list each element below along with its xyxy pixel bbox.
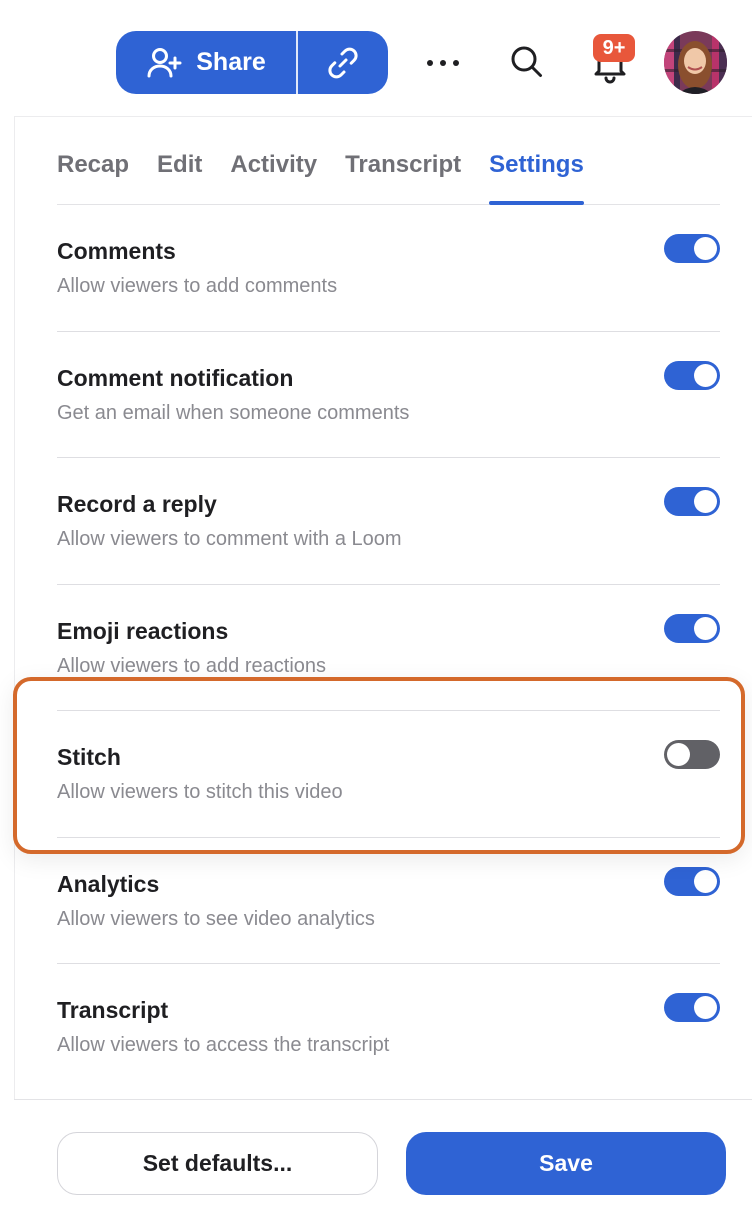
- search-icon: [511, 46, 542, 77]
- avatar[interactable]: [664, 31, 727, 94]
- toggle-knob: [667, 743, 690, 766]
- setting-description: Get an email when someone comments: [57, 401, 410, 424]
- tab-edit[interactable]: Edit: [157, 116, 202, 205]
- setting-description: Allow viewers to access the transcript: [57, 1034, 390, 1056]
- user-plus-icon: [147, 47, 182, 77]
- setting-description: Allow viewers to stitch this video: [57, 781, 343, 803]
- setting-row-analytics: Analytics Allow viewers to see video ana…: [57, 838, 720, 964]
- more-dot: [440, 60, 446, 66]
- link-icon: [328, 47, 358, 78]
- setting-row-emoji-reactions: Emoji reactions Allow viewers to add rea…: [57, 585, 720, 711]
- tab-settings[interactable]: Settings: [489, 116, 584, 205]
- tab-bar: Recap Edit Activity Transcript Settings: [57, 116, 720, 205]
- analytics-toggle[interactable]: [664, 866, 720, 896]
- more-horizontal-icon: [427, 60, 433, 66]
- setting-title: Emoji reactions: [57, 617, 229, 644]
- copy-link-button[interactable]: [298, 31, 388, 94]
- toggle-knob: [694, 869, 717, 893]
- tab-activity[interactable]: Activity: [230, 116, 317, 205]
- tab-transcript[interactable]: Transcript: [345, 116, 461, 205]
- notification-badge: 9+: [593, 34, 635, 62]
- setting-description: Allow viewers to add comments: [57, 275, 338, 297]
- setting-title: Comments: [57, 238, 176, 264]
- tab-recap[interactable]: Recap: [57, 116, 129, 205]
- save-button[interactable]: Save: [406, 1132, 726, 1195]
- comments-toggle[interactable]: [664, 234, 720, 263]
- setting-title: Stitch: [57, 744, 121, 770]
- toggle-knob: [694, 996, 717, 1019]
- settings-list: Comments Allow viewers to add comments C…: [57, 205, 720, 1091]
- setting-row-transcript: Transcript Allow viewers to access the t…: [57, 964, 720, 1091]
- more-dot: [453, 60, 459, 66]
- share-button[interactable]: Share: [116, 31, 296, 94]
- setting-row-stitch: Stitch Allow viewers to stitch this vide…: [57, 711, 720, 838]
- set-defaults-button[interactable]: Set defaults...: [57, 1132, 378, 1195]
- setting-row-comments: Comments Allow viewers to add comments: [57, 205, 720, 332]
- setting-description: Allow viewers to comment with a Loom: [57, 528, 402, 550]
- search-button[interactable]: [505, 40, 549, 84]
- toggle-knob: [694, 490, 717, 513]
- setting-title: Transcript: [57, 997, 169, 1023]
- setting-title: Record a reply: [57, 491, 217, 517]
- more-options-button[interactable]: [420, 40, 466, 86]
- avatar-image: [664, 31, 727, 94]
- toggle-knob: [694, 616, 717, 640]
- comment-notification-toggle[interactable]: [664, 360, 720, 390]
- record-reply-toggle[interactable]: [664, 487, 720, 516]
- share-label: Share: [196, 48, 266, 76]
- toggle-knob: [694, 363, 717, 387]
- share-button-group: Share: [116, 31, 388, 94]
- setting-title: Comment notification: [57, 364, 294, 391]
- share-divider: [296, 31, 298, 94]
- setting-title: Analytics: [57, 870, 160, 897]
- setting-description: Allow viewers to see video analytics: [57, 907, 375, 930]
- setting-row-comment-notification: Comment notification Get an email when s…: [57, 332, 720, 458]
- top-bar: Share 9+: [0, 0, 752, 118]
- transcript-toggle[interactable]: [664, 993, 720, 1022]
- setting-row-record-reply: Record a reply Allow viewers to comment …: [57, 458, 720, 585]
- setting-description: Allow viewers to add reactions: [57, 654, 327, 677]
- stitch-toggle[interactable]: [664, 740, 720, 769]
- emoji-reactions-toggle[interactable]: [664, 613, 720, 643]
- toggle-knob: [694, 237, 717, 260]
